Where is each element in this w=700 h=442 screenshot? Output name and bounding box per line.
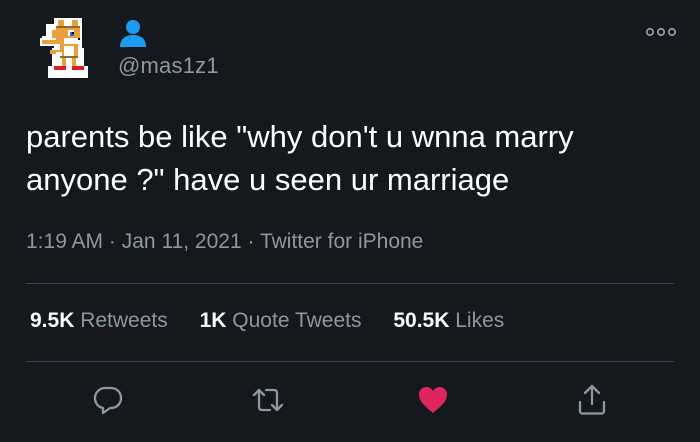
tweet-date[interactable]: Jan 11, 2021	[122, 230, 242, 253]
share-button[interactable]	[575, 383, 609, 417]
reply-icon	[93, 386, 123, 415]
tweet-meta: 1:19 AM · Jan 11, 2021 · Twitter for iPh…	[26, 230, 423, 254]
divider	[26, 361, 674, 362]
quote-tweets-label: Quote Tweets	[232, 309, 362, 332]
likes-count: 50.5K	[393, 309, 450, 332]
more-options-icon[interactable]	[644, 24, 678, 40]
tweet-text: parents be like "why don't u wnna marry …	[26, 115, 676, 201]
likes-label: Likes	[455, 309, 505, 332]
tweet-source-link[interactable]: Twitter for iPhone	[260, 230, 423, 253]
meta-separator: ·	[247, 230, 255, 253]
like-button[interactable]	[416, 383, 450, 417]
tweet-stats: 9.5K Retweets 1K Quote Tweets 50.5K Like…	[30, 309, 530, 333]
user-handle[interactable]: @mas1z1	[118, 53, 219, 79]
reply-button[interactable]	[91, 383, 125, 417]
retweets-stat[interactable]: 9.5K Retweets	[30, 309, 168, 333]
quote-tweets-stat[interactable]: 1K Quote Tweets	[200, 309, 362, 333]
avatar[interactable]	[36, 14, 98, 82]
tweet-text-line-1: parents be like "why don't u wnna marry	[26, 119, 574, 154]
likes-stat[interactable]: 50.5K Likes	[393, 309, 504, 333]
retweets-label: Retweets	[80, 309, 168, 332]
retweets-count: 9.5K	[30, 309, 75, 332]
retweet-button[interactable]	[251, 383, 285, 417]
tweet-text-line-2: anyone ?" have u seen ur marriage	[26, 162, 510, 197]
meta-separator: ·	[108, 230, 116, 253]
retweet-icon	[252, 388, 284, 412]
person-icon[interactable]	[116, 18, 150, 48]
share-icon	[578, 384, 606, 415]
tweet-time[interactable]: 1:19 AM	[26, 230, 103, 253]
heart-icon	[419, 387, 447, 413]
tweet-card: @mas1z1 parents be like "why don't u wnn…	[0, 0, 700, 442]
divider	[26, 283, 674, 284]
quote-tweets-count: 1K	[199, 309, 227, 332]
